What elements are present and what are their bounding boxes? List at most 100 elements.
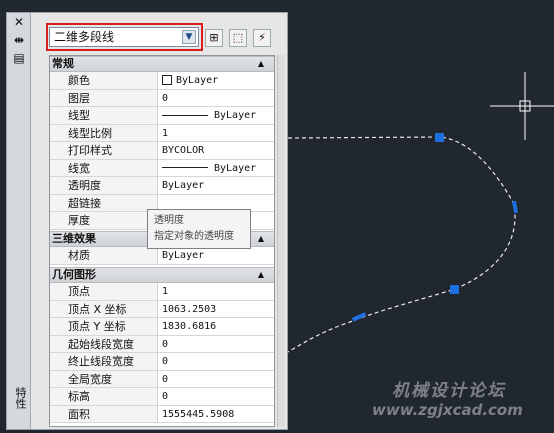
property-value-text: 0 bbox=[162, 92, 169, 104]
quick-select-icon: ⚡ bbox=[258, 31, 266, 44]
property-label: 超链接 bbox=[50, 194, 158, 211]
property-label: 图层 bbox=[50, 89, 158, 106]
property-row[interactable]: 线宽 ByLayer bbox=[50, 159, 274, 177]
property-label: 打印样式 bbox=[50, 142, 158, 159]
property-row[interactable]: 顶点 1 bbox=[50, 283, 274, 301]
property-value[interactable]: 0 bbox=[159, 371, 274, 388]
property-label: 顶点 X 坐标 bbox=[50, 300, 158, 317]
property-label: 线宽 bbox=[50, 159, 158, 176]
section-title: 三维效果 bbox=[52, 232, 96, 245]
property-value-text: 1555445.5908 bbox=[162, 408, 235, 420]
property-value[interactable]: 0 bbox=[159, 353, 274, 370]
grip-midpoint-1 bbox=[511, 200, 519, 214]
property-row[interactable]: 图层 0 bbox=[50, 89, 274, 107]
property-row[interactable]: 材质 ByLayer bbox=[50, 247, 274, 265]
property-row[interactable]: 全局宽度 0 bbox=[50, 370, 274, 388]
watermark-url: www.zgjxcad.com bbox=[372, 401, 523, 419]
property-value[interactable]: 1555445.5908 bbox=[159, 406, 274, 423]
property-value-text: ByLayer bbox=[176, 75, 219, 86]
property-value-text: ByLayer bbox=[162, 180, 205, 191]
property-value-text: 0 bbox=[162, 391, 169, 402]
tooltip-description: 指定对象的透明度 bbox=[154, 231, 234, 242]
property-label: 线型 bbox=[50, 107, 158, 124]
property-row[interactable]: 颜色 ByLayer bbox=[50, 72, 274, 90]
property-label: 起始线段宽度 bbox=[50, 335, 158, 352]
section-geometry[interactable]: 几何图形 ▲ bbox=[50, 267, 274, 283]
close-icon[interactable]: ✕ bbox=[11, 15, 27, 29]
property-value-text: 1830.6816 bbox=[162, 321, 217, 332]
property-label: 材质 bbox=[50, 247, 158, 264]
property-value[interactable]: 0 bbox=[159, 336, 274, 353]
property-row[interactable]: 打印样式 BYCOLOR bbox=[50, 142, 274, 160]
select-objects-icon: ⬚ bbox=[232, 31, 244, 44]
watermark: 机械设计论坛 www.zgjxcad.com bbox=[370, 376, 550, 428]
property-label: 标高 bbox=[50, 388, 158, 405]
property-value[interactable]: 0 bbox=[159, 90, 274, 107]
color-swatch-icon bbox=[162, 75, 172, 85]
property-value-text: 0 bbox=[162, 356, 169, 367]
properties-palette: ✕ ⇹ ▤ 特性 二维多段线 ▼ ⊞ ⬚ ⚡ 常规 ▲ 颜色 ByLayer 图层 0… bbox=[6, 12, 288, 430]
property-value[interactable]: ByLayer bbox=[159, 160, 274, 177]
property-row[interactable]: 顶点 Y 坐标 1830.6816 bbox=[50, 318, 274, 336]
property-row[interactable]: 线型 ByLayer bbox=[50, 107, 274, 125]
property-label: 颜色 bbox=[50, 72, 158, 89]
property-value[interactable]: 0 bbox=[159, 388, 274, 405]
property-value-text: 1 bbox=[162, 127, 169, 139]
property-row[interactable]: 面积 1555445.5908 bbox=[50, 405, 274, 423]
collapse-icon[interactable]: ▲ bbox=[258, 57, 264, 71]
property-value[interactable]: 1 bbox=[159, 125, 274, 142]
tooltip: 透明度 指定对象的透明度 bbox=[147, 209, 251, 249]
watermark-title: 机械设计论坛 bbox=[392, 381, 506, 401]
vertical-scrollbar[interactable] bbox=[277, 55, 285, 427]
properties-menu-icon[interactable]: ▤ bbox=[11, 51, 27, 65]
property-value[interactable]: ByLayer bbox=[159, 177, 274, 194]
property-value-text: BYCOLOR bbox=[162, 145, 205, 156]
property-value-text: 0 bbox=[162, 338, 169, 350]
section-title: 几何图形 bbox=[52, 268, 96, 281]
property-value-text: 1063.2503 bbox=[162, 303, 217, 315]
property-value-text: 1 bbox=[162, 286, 169, 297]
toggle-pickadd-button[interactable]: ⊞ bbox=[205, 29, 223, 47]
pickadd-icon: ⊞ bbox=[209, 31, 219, 44]
property-row[interactable]: 顶点 X 坐标 1063.2503 bbox=[50, 300, 274, 318]
highlight-box bbox=[46, 23, 203, 51]
property-row[interactable]: 透明度 ByLayer bbox=[50, 177, 274, 195]
property-label: 顶点 bbox=[50, 283, 158, 300]
select-objects-button[interactable]: ⬚ bbox=[229, 29, 247, 47]
palette-titlebar[interactable]: ✕ ⇹ ▤ 特性 bbox=[7, 13, 31, 429]
palette-title: 特性 bbox=[14, 387, 27, 409]
linetype-sample-icon bbox=[162, 167, 208, 168]
linetype-sample-icon bbox=[162, 114, 208, 116]
property-value-text: ByLayer bbox=[162, 250, 205, 261]
property-value[interactable]: ByLayer bbox=[159, 247, 274, 264]
property-value[interactable]: 1063.2503 bbox=[159, 301, 274, 318]
property-label: 顶点 Y 坐标 bbox=[50, 318, 158, 335]
property-value[interactable]: BYCOLOR bbox=[159, 142, 274, 159]
section-title: 常规 bbox=[52, 57, 74, 70]
property-value-text: ByLayer bbox=[214, 162, 257, 174]
quick-select-button[interactable]: ⚡ bbox=[253, 29, 271, 47]
property-label: 厚度 bbox=[50, 212, 158, 229]
property-row[interactable]: 起始线段宽度 0 bbox=[50, 335, 274, 353]
property-value[interactable]: ByLayer bbox=[159, 107, 274, 124]
property-label: 透明度 bbox=[50, 177, 158, 194]
property-row[interactable]: 线型比例 1 bbox=[50, 124, 274, 142]
property-value[interactable]: 1830.6816 bbox=[159, 318, 274, 335]
section-general[interactable]: 常规 ▲ bbox=[50, 56, 274, 72]
property-label: 终止线段宽度 bbox=[50, 353, 158, 370]
property-row[interactable]: 标高 0 bbox=[50, 388, 274, 406]
property-label: 面积 bbox=[50, 405, 158, 422]
property-row[interactable]: 终止线段宽度 0 bbox=[50, 353, 274, 371]
property-label: 全局宽度 bbox=[50, 370, 158, 387]
grip-vertex-2 bbox=[450, 285, 459, 294]
property-label: 线型比例 bbox=[50, 124, 158, 141]
autohide-icon[interactable]: ⇹ bbox=[11, 33, 27, 47]
grip-vertex-1 bbox=[435, 133, 444, 142]
polyline bbox=[287, 136, 516, 353]
property-value[interactable]: ByLayer bbox=[159, 72, 274, 89]
collapse-icon[interactable]: ▲ bbox=[258, 232, 264, 246]
property-value[interactable]: 1 bbox=[159, 283, 274, 300]
property-value-text: ByLayer bbox=[214, 110, 257, 121]
collapse-icon[interactable]: ▲ bbox=[258, 268, 264, 282]
tooltip-title: 透明度 bbox=[154, 215, 184, 226]
